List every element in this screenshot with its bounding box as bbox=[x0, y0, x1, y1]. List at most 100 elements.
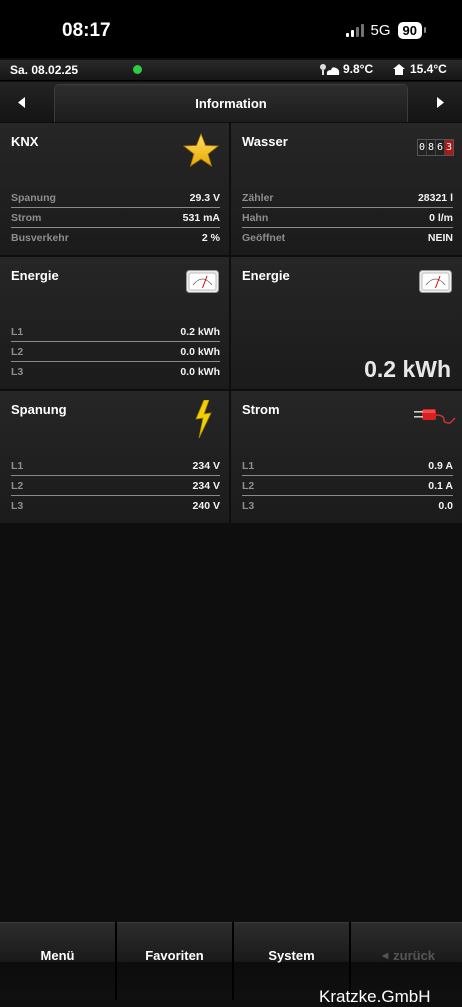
row-label: L3 bbox=[242, 499, 255, 512]
network-type: 5G bbox=[370, 22, 391, 39]
row-value: 0 l/m bbox=[429, 211, 453, 224]
row-value: 234 V bbox=[192, 479, 220, 492]
row-value: 0.0 kWh bbox=[180, 345, 220, 358]
card-knx[interactable]: KNX Spanung 29.3 V Strom 531 mA Busverkehr… bbox=[0, 123, 229, 255]
list-item: Spanung 29.3 V bbox=[11, 188, 220, 208]
list-item: L2 0.1 A bbox=[242, 476, 453, 496]
page-title-tab: Information bbox=[54, 84, 408, 122]
list-item: L1 0.9 A bbox=[242, 456, 453, 476]
card-title: KNX bbox=[11, 134, 39, 149]
row-label: Geöffnet bbox=[242, 231, 286, 244]
row-value: 531 mA bbox=[182, 211, 220, 224]
row-label: Zähler bbox=[242, 191, 274, 204]
favorites-button-label: Favoriten bbox=[145, 948, 204, 963]
list-item: Zähler 28321 l bbox=[242, 188, 453, 208]
system-indicators: 5G 90 bbox=[345, 22, 427, 39]
row-label: Busverkehr bbox=[11, 231, 69, 244]
list-item: Geöffnet NEIN bbox=[242, 228, 453, 247]
previous-page-button[interactable] bbox=[0, 82, 44, 122]
row-label: L3 bbox=[11, 365, 24, 378]
counter-digit: 8 bbox=[427, 140, 436, 155]
card-strom[interactable]: Strom L1 0.9 A L2 0.1 A L3 0.0 bbox=[231, 391, 462, 523]
back-arrow-icon: ◀ bbox=[381, 951, 389, 960]
card-title: Energie bbox=[11, 268, 59, 283]
system-button-label: System bbox=[268, 948, 315, 963]
card-title: Wasser bbox=[242, 134, 288, 149]
row-value: 0.0 kWh bbox=[180, 365, 220, 378]
info-bar: Sa. 08.02.25 9.8°C 15.4°C bbox=[0, 60, 462, 81]
list-item: L3 0.0 bbox=[242, 496, 453, 515]
indoor-temperature: 15.4°C bbox=[392, 62, 447, 76]
card-spanung[interactable]: Spanung L1 234 V L2 234 V L3 240 V bbox=[0, 391, 229, 523]
row-label: Strom bbox=[11, 211, 42, 224]
card-title: Spanung bbox=[11, 402, 67, 417]
value-list: Spanung 29.3 V Strom 531 mA Busverkehr 2 % bbox=[11, 188, 220, 247]
battery-icon: 90 bbox=[397, 22, 427, 39]
arrow-left-icon bbox=[18, 96, 25, 108]
value-list: L1 234 V L2 234 V L3 240 V bbox=[11, 456, 220, 515]
plug-icon bbox=[414, 404, 456, 429]
menu-button[interactable]: Menü bbox=[0, 922, 115, 1000]
total-energy-value: 0.2 kWh bbox=[364, 356, 451, 382]
card-title: Strom bbox=[242, 402, 280, 417]
date-label: Sa. 08.02.25 bbox=[10, 63, 79, 77]
counter-digit: 3 bbox=[445, 140, 453, 155]
connection-status-dot bbox=[133, 65, 142, 74]
card-title: Energie bbox=[242, 268, 290, 283]
lightning-icon bbox=[195, 399, 212, 443]
row-value: 0.1 A bbox=[428, 479, 453, 492]
row-label: L1 bbox=[11, 325, 24, 338]
card-energie-total[interactable]: Energie 0.2 kWh bbox=[231, 257, 462, 389]
list-item: L1 0.2 kWh bbox=[11, 322, 220, 342]
back-button-label: zurück bbox=[393, 948, 436, 963]
row-label: L3 bbox=[11, 499, 24, 512]
row-value: 0.2 kWh bbox=[180, 325, 220, 338]
row-value: 0.0 bbox=[438, 499, 453, 512]
favorites-button[interactable]: Favoriten bbox=[117, 922, 232, 1000]
row-label: Hahn bbox=[242, 211, 269, 224]
gauge-icon bbox=[186, 270, 219, 298]
next-page-button[interactable] bbox=[418, 82, 462, 122]
row-label: L1 bbox=[11, 459, 24, 472]
star-icon bbox=[182, 132, 220, 172]
outdoor-temperature: 9.8°C bbox=[318, 62, 373, 76]
list-item: L3 240 V bbox=[11, 496, 220, 515]
indoor-temp-value: 15.4°C bbox=[410, 62, 447, 76]
arrow-right-icon bbox=[437, 96, 444, 108]
value-list: Zähler 28321 l Hahn 0 l/m Geöffnet NEIN bbox=[242, 188, 453, 247]
list-item: L2 0.0 kWh bbox=[11, 342, 220, 362]
clock: 08:17 bbox=[62, 20, 111, 41]
water-meter-counter-icon: 0 8 6 3 bbox=[417, 139, 454, 156]
outdoor-temp-value: 9.8°C bbox=[343, 62, 374, 76]
row-value: 234 V bbox=[192, 459, 220, 472]
value-list: L1 0.9 A L2 0.1 A L3 0.0 bbox=[242, 456, 453, 515]
list-item: Strom 531 mA bbox=[11, 208, 220, 228]
row-value: 2 % bbox=[201, 231, 220, 244]
info-card-grid: KNX Spanung 29.3 V Strom 531 mA Busverkehr… bbox=[0, 123, 462, 523]
row-label: L2 bbox=[242, 479, 255, 492]
menu-button-label: Menü bbox=[40, 948, 75, 963]
weather-cloud-icon bbox=[320, 63, 340, 75]
row-value: NEIN bbox=[427, 231, 453, 244]
card-energie-phases[interactable]: Energie L1 0.2 kWh L2 0.0 kWh L3 0.0 kWh bbox=[0, 257, 229, 389]
row-label: L2 bbox=[11, 479, 24, 492]
card-wasser[interactable]: Wasser 0 8 6 3 Zähler 28321 l Hahn 0 l/m G… bbox=[231, 123, 462, 255]
watermark: Kratzke.GmbH bbox=[319, 987, 431, 1006]
list-item: L3 0.0 kWh bbox=[11, 362, 220, 381]
list-item: L1 234 V bbox=[11, 456, 220, 476]
row-label: L1 bbox=[242, 459, 255, 472]
gauge-icon bbox=[419, 270, 452, 298]
row-label: Spanung bbox=[11, 191, 56, 204]
row-value: 29.3 V bbox=[189, 191, 220, 204]
page-navigation: Information bbox=[0, 82, 462, 122]
counter-digit: 0 bbox=[418, 140, 427, 155]
counter-digit: 6 bbox=[436, 140, 445, 155]
row-value: 0.9 A bbox=[428, 459, 453, 472]
list-item: Busverkehr 2 % bbox=[11, 228, 220, 247]
list-item: Hahn 0 l/m bbox=[242, 208, 453, 228]
system-status-bar: 08:17 5G 90 bbox=[0, 0, 462, 58]
row-value: 28321 l bbox=[417, 191, 453, 204]
house-icon bbox=[393, 63, 405, 75]
signal-icon bbox=[345, 24, 364, 37]
row-value: 240 V bbox=[192, 499, 220, 512]
